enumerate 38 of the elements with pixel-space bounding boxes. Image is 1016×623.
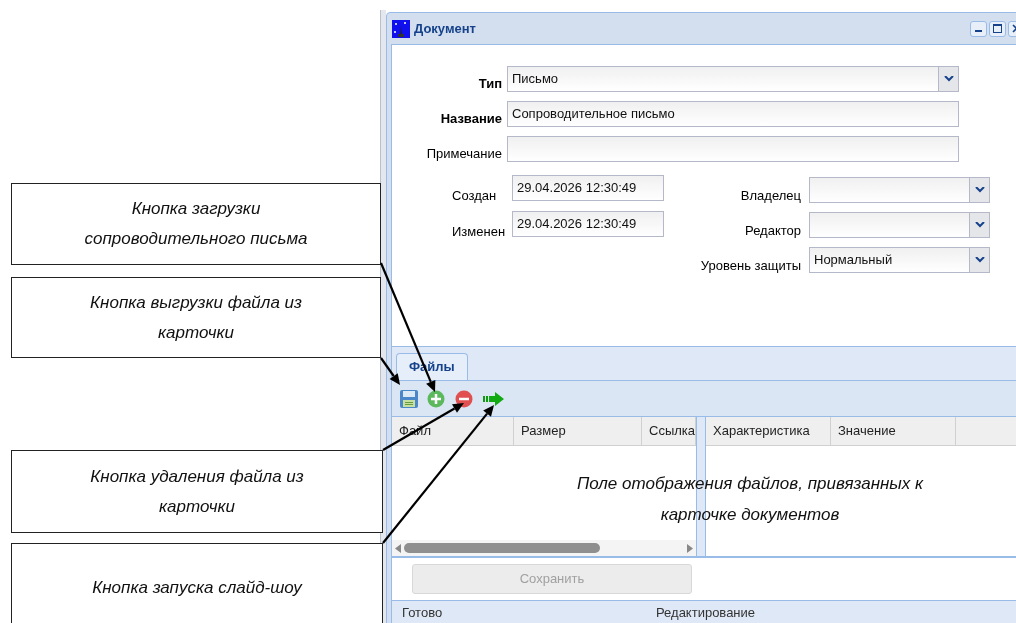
horizontal-scrollbar[interactable] (392, 540, 696, 556)
callout: Кнопка выгрузки файла из карточки (11, 277, 381, 358)
plus-icon (427, 389, 445, 408)
scrollbar-thumb[interactable] (404, 543, 600, 553)
scroll-right-icon (687, 543, 693, 553)
dropdown[interactable]: Нормальный (809, 247, 990, 273)
text-field[interactable] (507, 136, 959, 162)
column-header: Характеристика (706, 417, 831, 445)
save-file-button[interactable] (399, 387, 419, 410)
scroll-left-icon (395, 543, 401, 553)
column-header: Размер (514, 417, 642, 445)
callout: Кнопка загрузки сопроводительного письма (11, 183, 381, 265)
text-field[interactable]: 29.04.2026 12:30:49 (512, 175, 664, 201)
caret-icon (943, 76, 954, 82)
field-label: Примечание (425, 145, 503, 164)
caret-icon (974, 257, 985, 263)
text-field[interactable]: Сопроводительное письмо (507, 101, 959, 127)
caret-icon (974, 187, 985, 193)
maximize-icon (993, 24, 1002, 33)
field-label: Тип (477, 75, 503, 94)
annotation-text: Поле отображения файлов, привязанных к карточке документов (575, 473, 925, 526)
window-title: Документ (414, 19, 476, 38)
status-text: Готово (401, 603, 444, 622)
callout: Кнопка запуска слайд-шоу (11, 543, 383, 623)
maximize-button[interactable] (989, 20, 1006, 37)
dropdown[interactable]: Письмо (507, 66, 959, 92)
field-label: Уровень защиты (699, 257, 802, 276)
column-header: Значение (831, 417, 956, 445)
minimize-button[interactable] (970, 20, 987, 37)
field-label: Изменен (452, 223, 507, 242)
field-label: Название (439, 110, 503, 129)
app-icon (392, 19, 410, 38)
callout: Кнопка удаления файла из карточки (11, 450, 383, 533)
arrow-icon (483, 391, 504, 406)
text-field[interactable]: 29.04.2026 12:30:49 (512, 211, 664, 237)
status-text: Редактирование (655, 603, 756, 622)
caret-icon (974, 222, 985, 228)
field-label: Создан (452, 187, 498, 206)
